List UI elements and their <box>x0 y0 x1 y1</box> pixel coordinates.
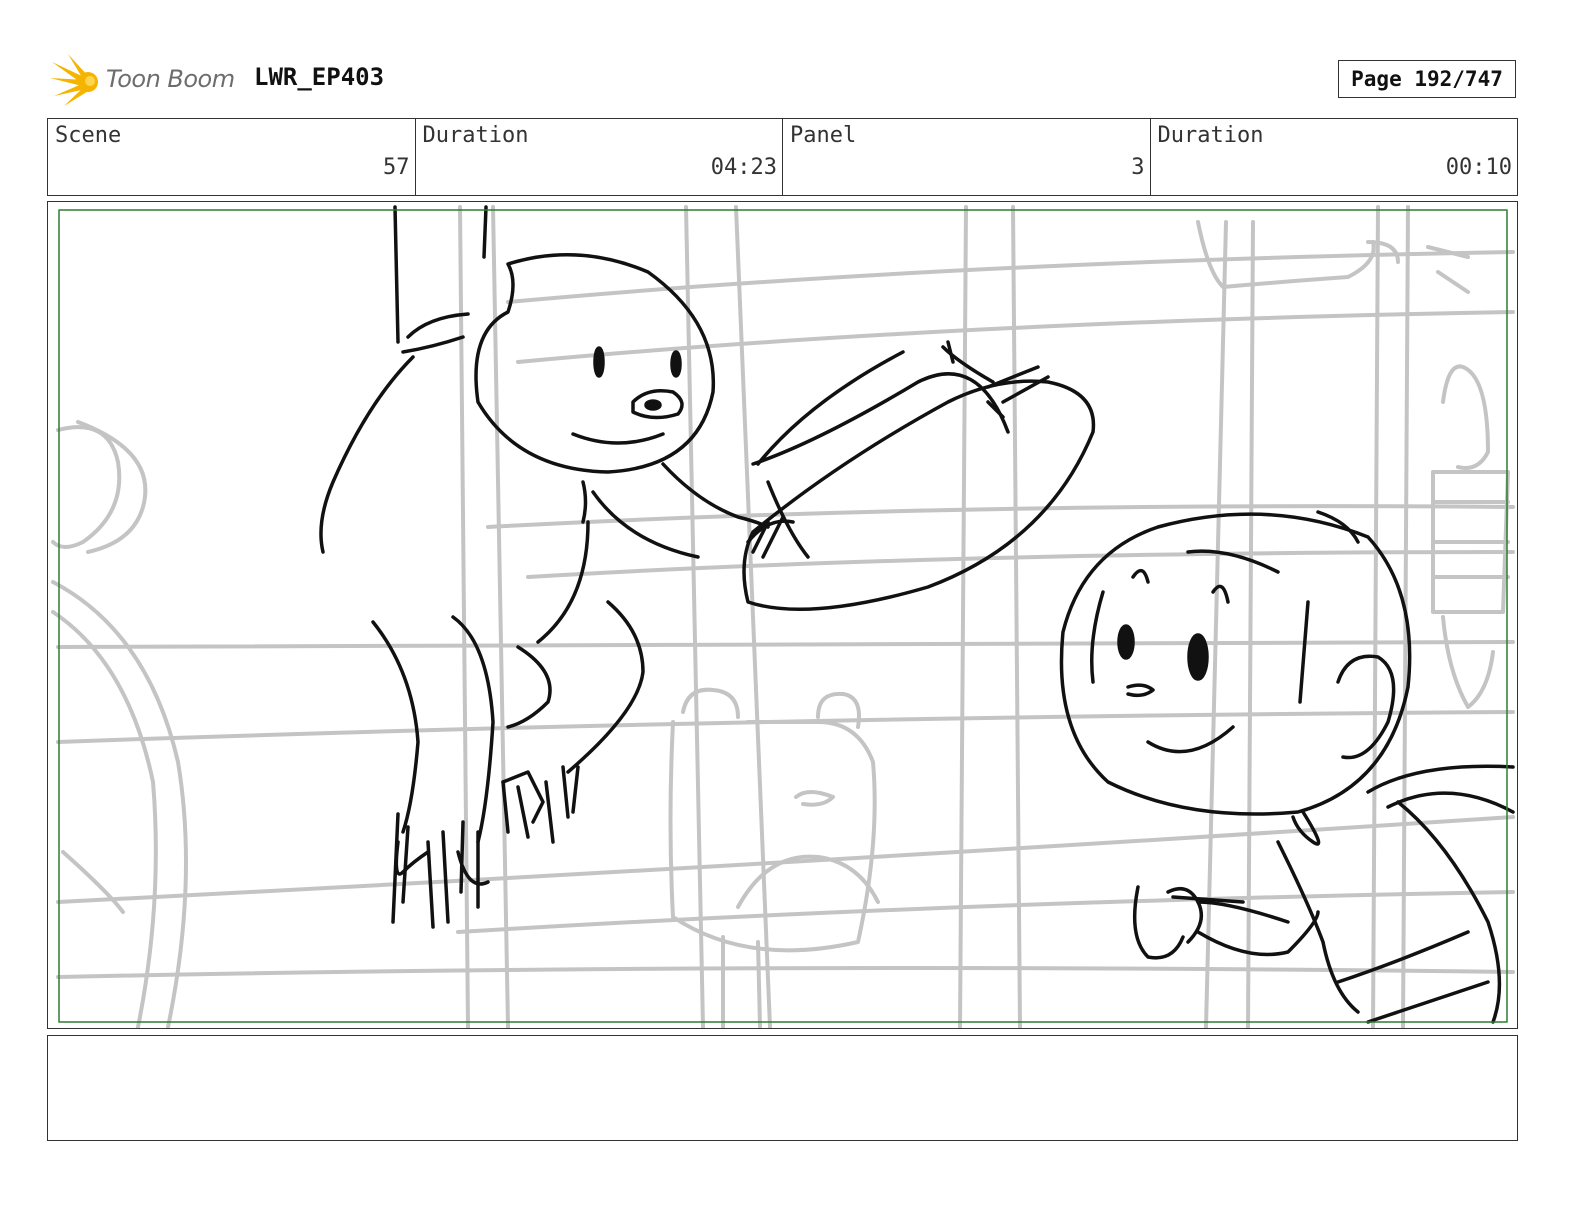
scene-value: 57 <box>383 155 410 180</box>
action-notes-box <box>47 1035 1518 1141</box>
scene-info-table: Scene 57 Duration 04:23 Panel 3 Duration… <box>47 118 1518 196</box>
panel-duration-label: Duration <box>1157 123 1264 148</box>
panel-label: Panel <box>790 123 857 148</box>
logo-wordmark: Toon Boom <box>106 65 235 93</box>
scene-cell: Scene 57 <box>48 119 416 195</box>
panel-sketch <box>51 205 1515 1028</box>
scene-duration-cell: Duration 04:23 <box>416 119 783 195</box>
storyboard-panel <box>47 201 1518 1029</box>
page-number: Page 192/747 <box>1338 60 1516 98</box>
scene-duration-value: 04:23 <box>710 155 777 180</box>
star-burst-icon <box>50 54 98 106</box>
safe-frame <box>58 209 1508 1023</box>
panel-value: 3 <box>1131 155 1145 180</box>
scene-duration-label: Duration <box>422 123 529 148</box>
scene-label: Scene <box>55 123 122 148</box>
panel-duration-cell: Duration 00:10 <box>1151 119 1518 195</box>
panel-cell: Panel 3 <box>783 119 1151 195</box>
panel-duration-value: 00:10 <box>1445 155 1512 180</box>
construction-lines <box>51 205 1515 1028</box>
project-name: LWR_EP403 <box>254 63 385 91</box>
toon-boom-logo: Toon Boom <box>50 52 240 108</box>
